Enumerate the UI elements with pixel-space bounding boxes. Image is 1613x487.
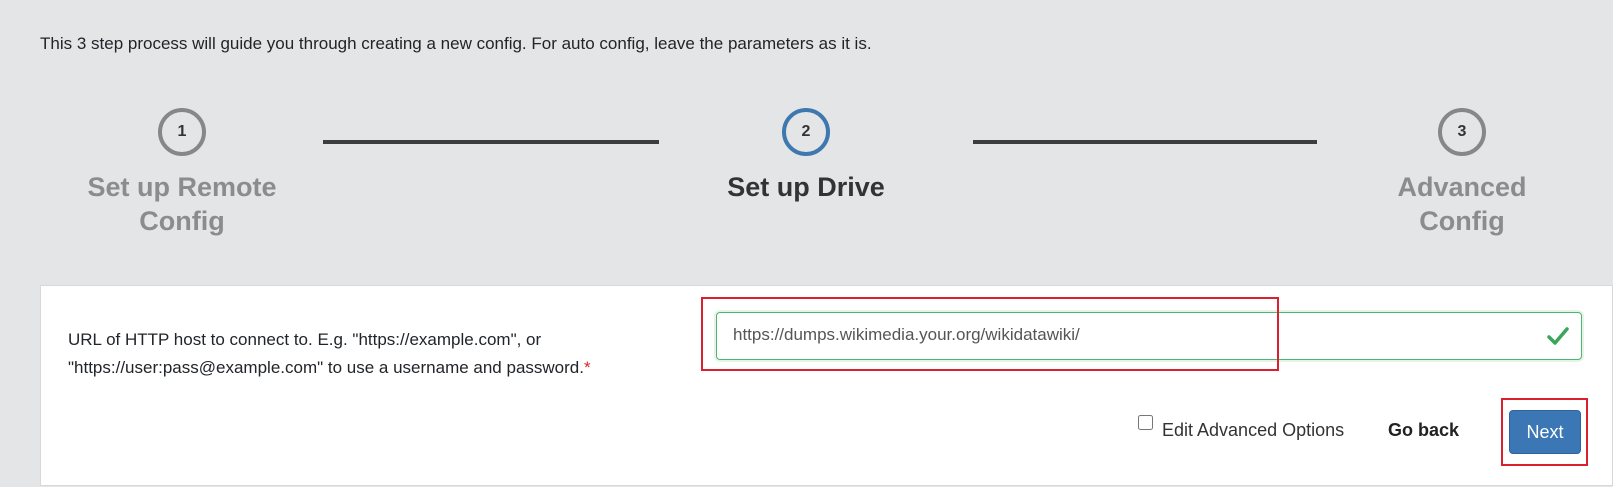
step-connector-1-2 — [323, 140, 659, 144]
url-input[interactable] — [717, 313, 1513, 357]
step-1-title: Set up Remote Config — [62, 170, 302, 238]
stepper: 1 Set up Remote Config 2 Set up Drive 3 … — [0, 108, 1613, 248]
step-1: 1 Set up Remote Config — [62, 108, 302, 238]
step-2-title: Set up Drive — [686, 170, 926, 204]
edit-advanced-checkbox[interactable] — [1138, 415, 1153, 430]
step-1-title-line1: Set up Remote — [87, 172, 277, 202]
step-1-number: 1 — [158, 108, 206, 156]
step-2-title-line1: Set up Drive — [727, 172, 885, 202]
step-2: 2 Set up Drive — [686, 108, 926, 204]
next-button[interactable]: Next — [1509, 410, 1581, 454]
step-3-title: Advanced Config — [1342, 170, 1582, 238]
edit-advanced-label: Edit Advanced Options — [1162, 420, 1345, 440]
step-1-title-line2: Config — [139, 206, 225, 236]
url-label-text: URL of HTTP host to connect to. E.g. "ht… — [68, 330, 584, 377]
required-asterisk: * — [583, 358, 591, 377]
step-3: 3 Advanced Config — [1342, 108, 1582, 238]
step-3-title-line1: Advanced — [1397, 172, 1527, 202]
step-3-title-line2: Config — [1419, 206, 1505, 236]
step-3-number: 3 — [1438, 108, 1486, 156]
url-field-label: URL of HTTP host to connect to. E.g. "ht… — [68, 326, 688, 382]
intro-text: This 3 step process will guide you throu… — [40, 34, 872, 53]
step-connector-2-3 — [973, 140, 1317, 144]
step-2-number: 2 — [782, 108, 830, 156]
url-input-wrapper — [716, 312, 1582, 360]
edit-advanced-options[interactable]: Edit Advanced Options — [1138, 414, 1344, 441]
go-back-button[interactable]: Go back — [1388, 420, 1459, 441]
valid-check-icon — [1547, 327, 1569, 345]
config-form-panel: URL of HTTP host to connect to. E.g. "ht… — [40, 285, 1613, 486]
